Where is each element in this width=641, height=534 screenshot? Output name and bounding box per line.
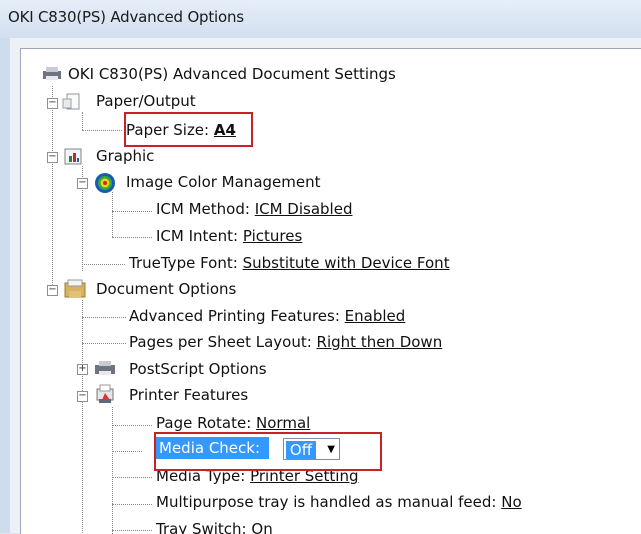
tray-switch-value[interactable]: On	[251, 520, 272, 534]
title-bar[interactable]: OKI C830(PS) Advanced Options	[0, 0, 641, 38]
collapse-graphic-icon[interactable]: −	[47, 152, 58, 163]
collapse-paper-output-icon[interactable]: −	[47, 98, 58, 109]
truetype-font-label: TrueType Font:	[129, 254, 238, 272]
document-options-icon	[64, 279, 86, 298]
icm-method-value[interactable]: ICM Disabled	[255, 200, 353, 218]
printer-features-icon	[96, 384, 114, 403]
advanced-printing-value[interactable]: Enabled	[345, 307, 406, 325]
page-rotate-label: Page Rotate:	[156, 414, 252, 432]
truetype-font-setting[interactable]: TrueType Font: Substitute with Device Fo…	[129, 251, 450, 275]
printer-features-node[interactable]: Printer Features	[129, 383, 248, 407]
pages-layout-setting[interactable]: Pages per Sheet Layout: Right then Down	[129, 330, 442, 354]
tray-switch-label: Tray Switch:	[156, 520, 247, 534]
postscript-options-node[interactable]: PostScript Options	[129, 357, 267, 381]
collapse-document-options-icon[interactable]: −	[47, 285, 58, 296]
document-options-node[interactable]: Document Options	[96, 277, 236, 301]
icm-intent-setting[interactable]: ICM Intent: Pictures	[156, 224, 302, 248]
paper-output-node[interactable]: Paper/Output	[96, 89, 196, 113]
window-title: OKI C830(PS) Advanced Options	[8, 8, 244, 26]
icm-method-setting[interactable]: ICM Method: ICM Disabled	[156, 197, 352, 221]
page-rotate-value[interactable]: Normal	[256, 414, 310, 432]
tray-switch-setting[interactable]: Tray Switch: On	[156, 517, 273, 534]
multipurpose-tray-setting[interactable]: Multipurpose tray is handled as manual f…	[156, 490, 522, 514]
root-document-settings[interactable]: OKI C830(PS) Advanced Document Settings	[68, 62, 396, 86]
graphic-icon	[64, 148, 82, 165]
multipurpose-tray-value[interactable]: No	[501, 493, 521, 511]
color-management-icon	[95, 173, 115, 193]
icm-node[interactable]: Image Color Management	[126, 170, 321, 194]
postscript-printer-icon	[95, 361, 115, 375]
graphic-node[interactable]: Graphic	[96, 144, 154, 168]
window-frame	[0, 38, 10, 533]
pages-layout-value[interactable]: Right then Down	[317, 333, 443, 351]
pages-layout-label: Pages per Sheet Layout:	[129, 333, 312, 351]
collapse-printer-features-icon[interactable]: −	[77, 391, 88, 402]
printer-icon	[43, 67, 61, 80]
expand-postscript-icon[interactable]: +	[77, 364, 88, 375]
advanced-options-window: OKI C830(PS) Advanced Options − − − − + …	[0, 0, 641, 534]
paper-output-icon	[62, 93, 80, 110]
truetype-font-value[interactable]: Substitute with Device Font	[243, 254, 450, 272]
icm-method-label: ICM Method:	[156, 200, 250, 218]
multipurpose-tray-label: Multipurpose tray is handled as manual f…	[156, 493, 497, 511]
media-check-highlight-box	[154, 432, 382, 471]
advanced-printing-setting[interactable]: Advanced Printing Features: Enabled	[129, 304, 405, 328]
paper-size-highlight-box	[124, 112, 253, 147]
settings-tree[interactable]: − − − − + − OKI C830(PS) Advanced Docume…	[20, 48, 641, 534]
advanced-printing-label: Advanced Printing Features:	[129, 307, 340, 325]
icm-intent-label: ICM Intent:	[156, 227, 239, 245]
collapse-icm-icon[interactable]: −	[77, 178, 88, 189]
icm-intent-value[interactable]: Pictures	[243, 227, 302, 245]
